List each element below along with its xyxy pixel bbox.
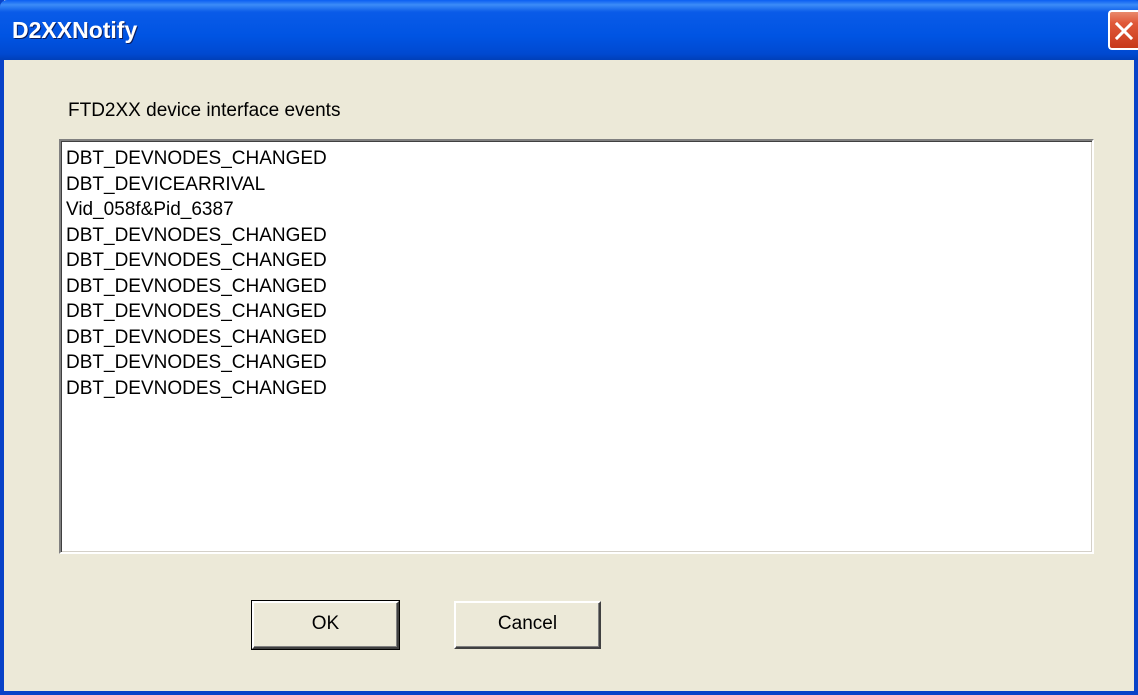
ok-button[interactable]: OK (251, 600, 400, 650)
list-item[interactable]: DBT_DEVNODES_CHANGED (66, 223, 1092, 249)
close-icon (1114, 21, 1134, 41)
list-item[interactable]: DBT_DEVNODES_CHANGED (66, 248, 1092, 274)
events-listbox[interactable]: DBT_DEVNODES_CHANGED DBT_DEVICEARRIVAL V… (59, 139, 1094, 554)
events-label: FTD2XX device interface events (68, 100, 341, 121)
cancel-button[interactable]: Cancel (454, 601, 601, 649)
list-item[interactable]: DBT_DEVNODES_CHANGED (66, 274, 1092, 300)
list-item[interactable]: Vid_058f&Pid_6387 (66, 197, 1092, 223)
title-bar[interactable]: D2XXNotify (0, 0, 1138, 60)
ok-button-label: OK (311, 613, 340, 634)
cancel-button-label: Cancel (497, 613, 558, 634)
list-item[interactable]: DBT_DEVNODES_CHANGED (66, 146, 1092, 172)
list-item[interactable]: DBT_DEVNODES_CHANGED (66, 350, 1092, 376)
window-title: D2XXNotify (12, 17, 138, 43)
dialog-window: D2XXNotify FTD2XX device interface event… (0, 0, 1138, 695)
close-button[interactable] (1108, 10, 1138, 50)
list-item[interactable]: DBT_DEVICEARRIVAL (66, 172, 1092, 198)
list-item[interactable]: DBT_DEVNODES_CHANGED (66, 376, 1092, 402)
list-item[interactable]: DBT_DEVNODES_CHANGED (66, 325, 1092, 351)
list-item[interactable]: DBT_DEVNODES_CHANGED (66, 299, 1092, 325)
